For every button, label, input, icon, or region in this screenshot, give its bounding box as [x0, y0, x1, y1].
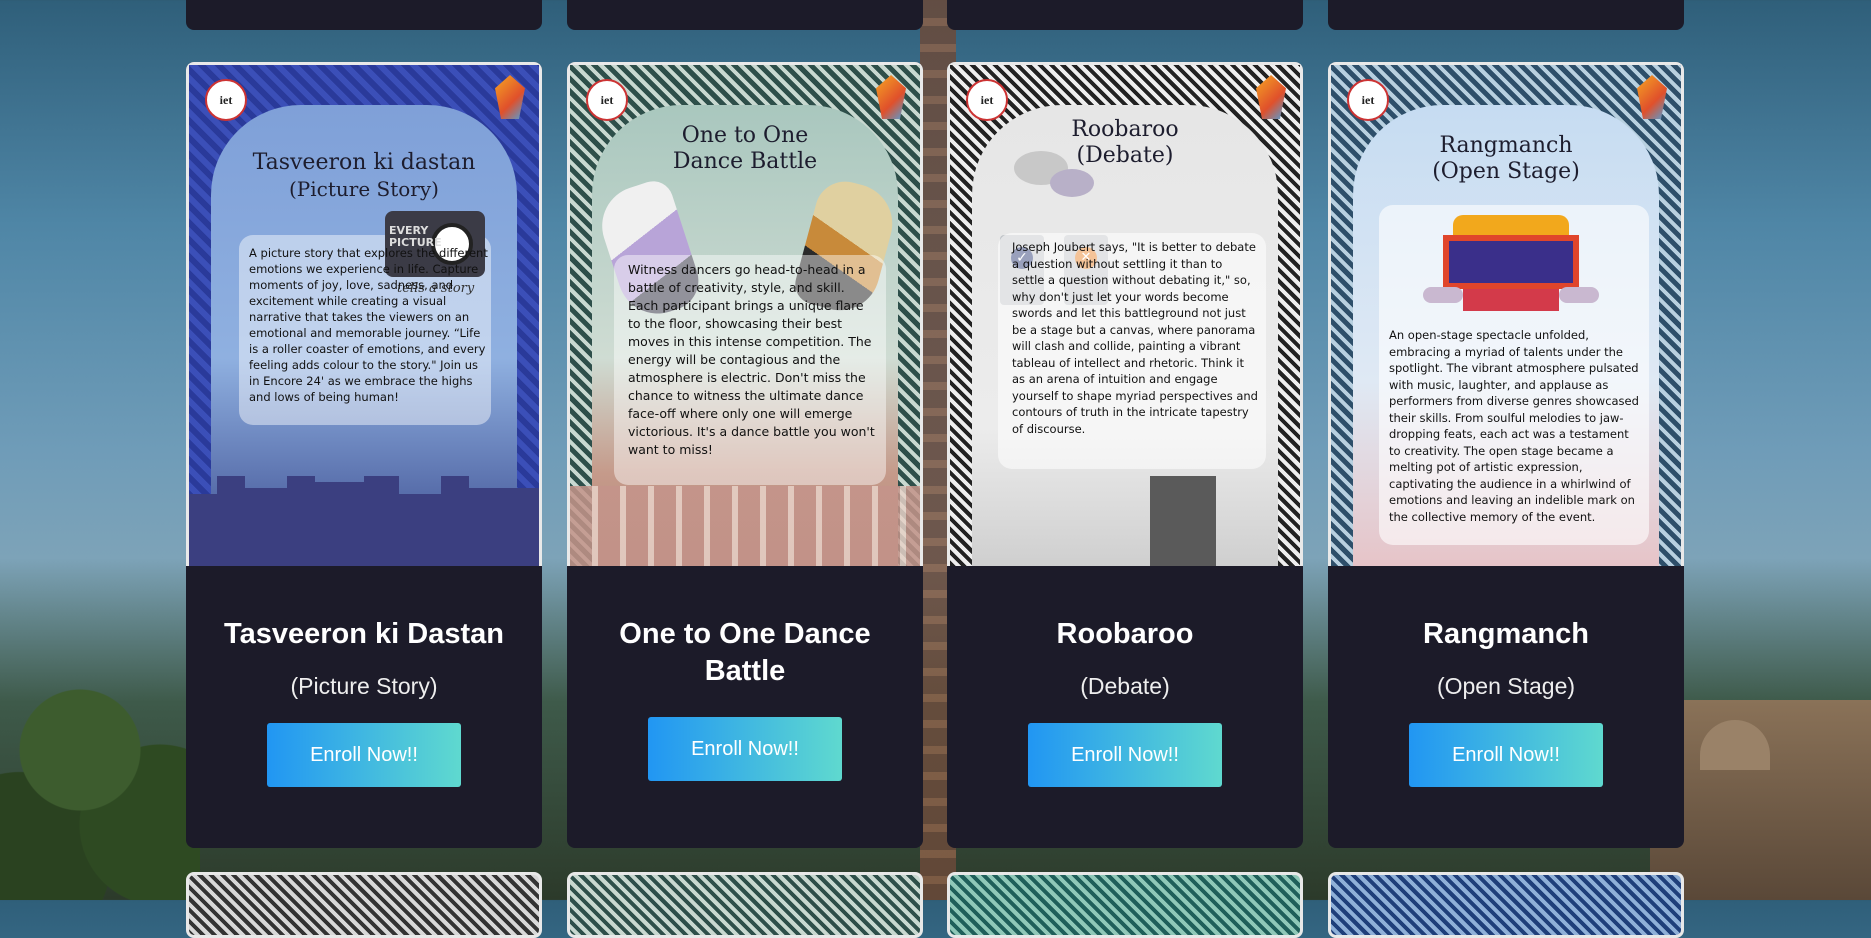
encore-badge-icon: [876, 75, 906, 119]
event-card-partial: [1328, 0, 1684, 30]
poster-description: Joseph Joubert says, "It is better to de…: [1012, 240, 1258, 436]
event-poster[interactable]: iet Rangmanch (Open Stage) An open-stage…: [1328, 62, 1684, 566]
enroll-button[interactable]: Enroll Now!!: [648, 717, 842, 781]
event-card-rangmanch: iet Rangmanch (Open Stage) An open-stage…: [1328, 62, 1684, 848]
event-title: One to One Dance Battle: [619, 618, 871, 687]
poster-title: Rangmanch (Open Stage): [1432, 133, 1580, 184]
poster-description: Witness dancers go head-to-head in a bat…: [628, 262, 875, 457]
event-title: Rangmanch: [1423, 618, 1589, 650]
poster-building: [570, 486, 920, 566]
enroll-button[interactable]: Enroll Now!!: [267, 723, 461, 787]
poster-title: Tasveeron ki dastan (Picture Story): [252, 150, 476, 201]
event-poster[interactable]: iet Roobaroo (Debate) ✓ ✕ Joseph Joubert…: [947, 62, 1303, 566]
event-card-partial: [1328, 872, 1684, 938]
background-trees: [0, 650, 200, 900]
event-poster[interactable]: iet Tasveeron ki dastan (Picture Story) …: [186, 62, 542, 566]
event-subtitle: (Debate): [1080, 673, 1170, 699]
logo-icon: iet: [586, 79, 628, 121]
encore-badge-icon: [495, 75, 525, 119]
poster-description: A picture story that explores the differ…: [249, 246, 488, 404]
event-card-partial: [567, 872, 923, 938]
logo-icon: iet: [205, 79, 247, 121]
event-card-partial: [567, 0, 923, 30]
event-card-partial: [947, 0, 1303, 30]
event-card-roobaroo: iet Roobaroo (Debate) ✓ ✕ Joseph Joubert…: [947, 62, 1303, 848]
enroll-button[interactable]: Enroll Now!!: [1028, 723, 1222, 787]
event-poster[interactable]: iet One to One Dance Battle Witness danc…: [567, 62, 923, 566]
stage-icon: [1423, 215, 1599, 313]
enroll-button[interactable]: Enroll Now!!: [1409, 723, 1603, 787]
poster-title: One to One Dance Battle: [672, 123, 818, 174]
event-card-partial: [186, 872, 542, 938]
event-card-dance-battle: iet One to One Dance Battle Witness danc…: [567, 62, 923, 848]
encore-badge-icon: [1256, 75, 1286, 119]
logo-icon: iet: [1347, 79, 1389, 121]
event-title: Roobaroo: [1056, 618, 1194, 650]
encore-badge-icon: [1637, 75, 1667, 119]
event-card-tasveeron: iet Tasveeron ki dastan (Picture Story) …: [186, 62, 542, 848]
poster-description: An open-stage spectacle unfolded, embrac…: [1389, 328, 1639, 524]
event-title: Tasveeron ki Dastan: [224, 618, 504, 650]
logo-icon: iet: [966, 79, 1008, 121]
speech-bubble-icon: [1050, 169, 1094, 197]
event-card-partial: [186, 0, 542, 30]
event-subtitle: (Picture Story): [290, 673, 438, 699]
event-subtitle: (Open Stage): [1436, 673, 1576, 699]
event-card-partial: [947, 872, 1303, 938]
poster-minaret: [1150, 476, 1216, 566]
